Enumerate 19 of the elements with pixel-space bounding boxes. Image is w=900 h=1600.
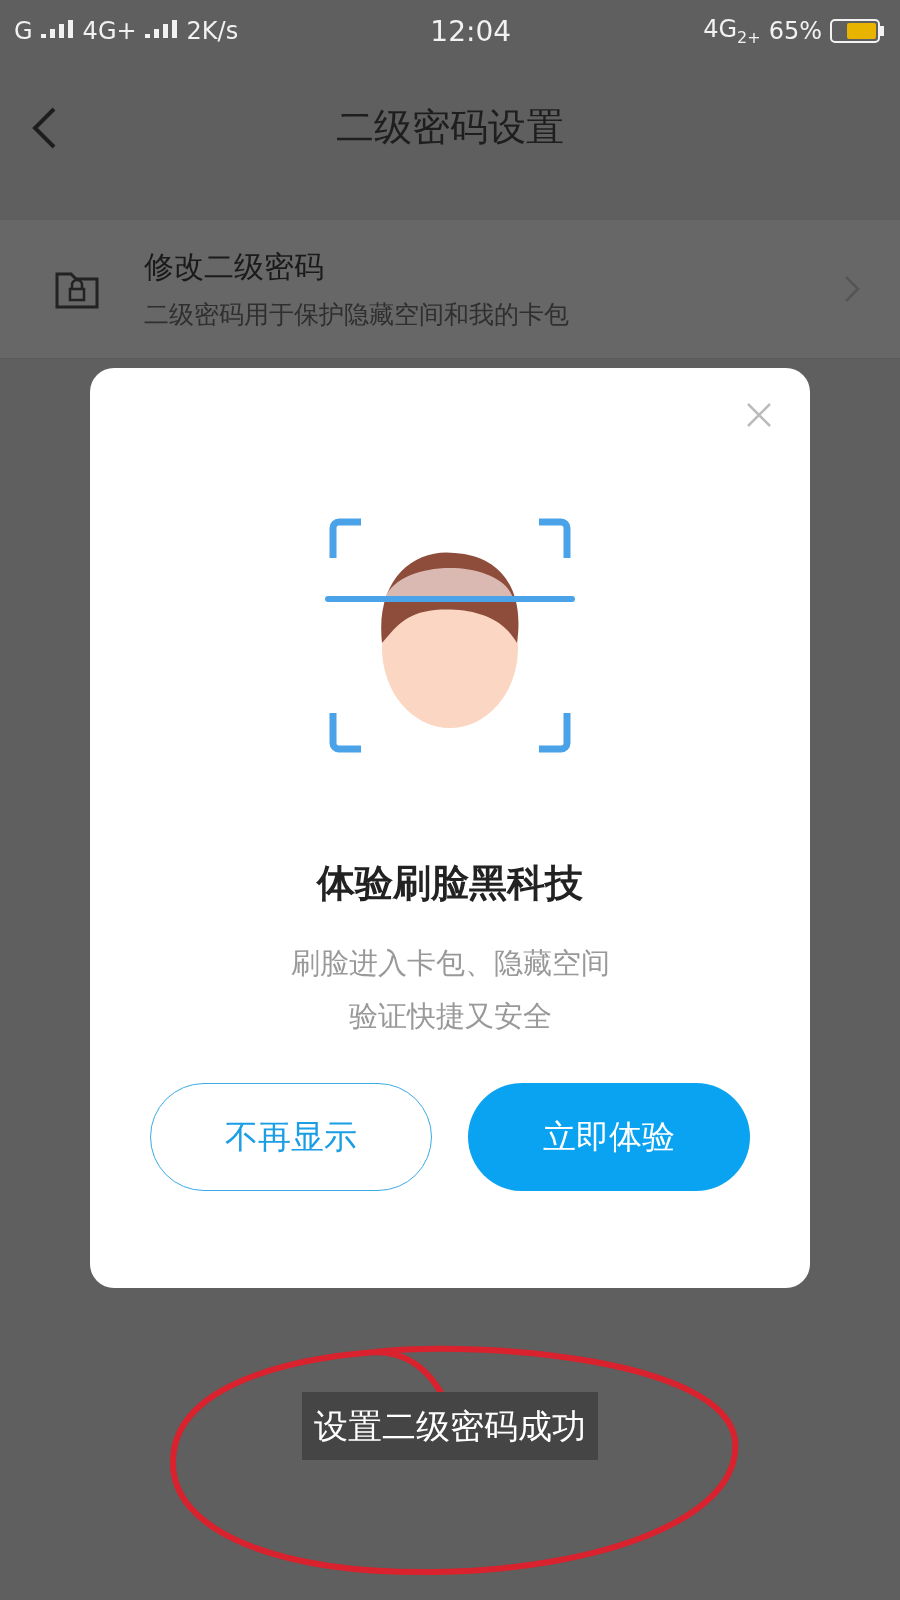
battery-icon [830,18,886,44]
dialog-message: 验证快捷又安全 [348,998,552,1035]
dialog-title: 体验刷脸黑科技 [317,860,583,907]
toast-message: 设置二级密码成功 [302,1392,598,1460]
network-label: 4G$_{2+}$ [703,15,761,47]
dismiss-button[interactable]: 不再显示 [150,1083,432,1191]
settings-item[interactable]: 修改二级密码 二级密码用于保护隐藏空间和我的卡包 [0,220,900,359]
carrier-label: G [14,17,33,45]
page-title: 二级密码设置 [336,103,564,151]
network-label: 4G+ [82,17,137,45]
close-icon[interactable] [746,402,772,428]
clock: 12:04 [430,14,512,48]
item-title: 修改二级密码 [144,248,325,286]
speed-label: 2K/s [186,17,239,45]
try-now-button[interactable]: 立即体验 [468,1083,750,1191]
battery-percent: 65% [768,17,822,45]
back-icon[interactable] [30,106,58,150]
dialog-message: 刷脸进入卡包、隐藏空间 [290,945,610,982]
item-subtitle: 二级密码用于保护隐藏空间和我的卡包 [144,299,570,331]
